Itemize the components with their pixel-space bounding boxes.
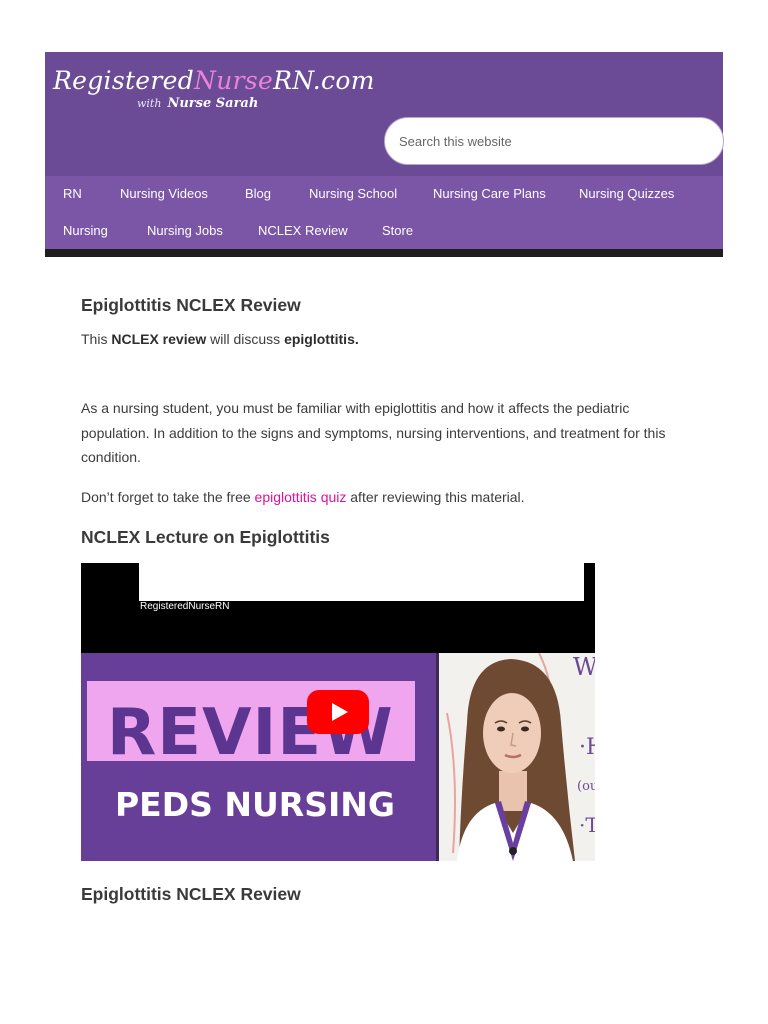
presenter-illustration <box>439 653 595 861</box>
nav-item-nursing-school[interactable]: Nursing School <box>309 186 397 201</box>
nav-item-nursing[interactable]: Nursing <box>63 223 108 238</box>
nav-item-store[interactable]: Store <box>382 223 413 238</box>
main-nav: RN Nursing Videos Blog Nursing School Nu… <box>45 176 723 250</box>
site-header: RegisteredNurseRN.com with Nurse Sarah <box>45 52 724 176</box>
nav-item-nursing-quizzes[interactable]: Nursing Quizzes <box>579 186 674 201</box>
logo-tagline: with Nurse Sarah <box>137 96 259 111</box>
whiteboard-mark: (ou <box>577 779 595 794</box>
logo-text: RegisteredNurseRN.com <box>53 66 375 95</box>
video-embed[interactable]: RegisteredNurseRN REVIEW PEDS NURSING W … <box>81 563 595 861</box>
intro-paragraph: This NCLEX review will discuss epiglotti… <box>81 331 359 347</box>
quiz-link[interactable]: epiglottitis quiz <box>255 489 347 505</box>
section-heading: Epiglottitis NCLEX Review <box>81 884 301 904</box>
whiteboard-mark: ·T <box>579 813 595 837</box>
nav-item-nursing-care-plans[interactable]: Nursing Care Plans <box>433 186 546 201</box>
nav-divider <box>45 249 723 257</box>
play-button[interactable] <box>307 690 369 734</box>
search-input[interactable] <box>384 117 724 165</box>
nav-item-blog[interactable]: Blog <box>245 186 271 201</box>
lecture-heading: NCLEX Lecture on Epiglottitis <box>81 527 330 547</box>
nav-item-rn[interactable]: RN <box>63 186 82 201</box>
body-paragraph: As a nursing student, you must be famili… <box>81 400 666 465</box>
presenter-photo: W ·H (ou ·T <box>439 653 595 861</box>
nav-item-nursing-jobs[interactable]: Nursing Jobs <box>147 223 223 238</box>
video-title-bar <box>139 563 584 601</box>
video-channel-name[interactable]: RegisteredNurseRN <box>140 601 229 612</box>
site-logo[interactable]: RegisteredNurseRN.com with Nurse Sarah <box>53 66 375 116</box>
video-thumbnail-graphic: REVIEW PEDS NURSING <box>81 653 436 861</box>
nav-item-nclex-review[interactable]: NCLEX Review <box>258 223 348 238</box>
quiz-paragraph: Don’t forget to take the free epiglottit… <box>81 489 525 505</box>
whiteboard-mark: W <box>573 653 595 681</box>
peds-nursing-text: PEDS NURSING <box>115 785 395 824</box>
nav-item-nursing-videos[interactable]: Nursing Videos <box>120 186 208 201</box>
page-title: Epiglottitis NCLEX Review <box>81 295 301 315</box>
whiteboard-mark: ·H <box>579 735 595 760</box>
